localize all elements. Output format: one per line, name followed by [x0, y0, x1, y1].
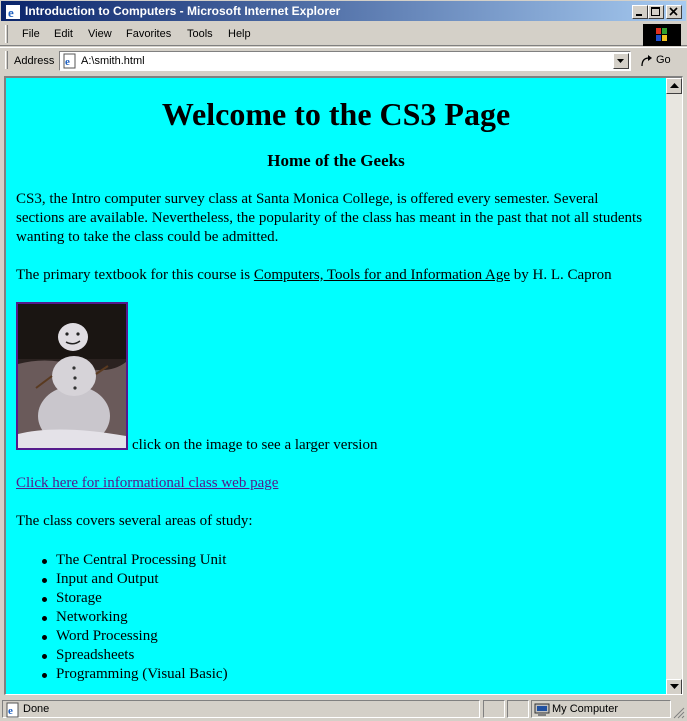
toolbar-grip[interactable] — [5, 25, 8, 43]
textbook-title: Computers, Tools for and Information Age — [253, 267, 511, 283]
menu-view[interactable]: View — [88, 28, 112, 40]
close-button[interactable] — [666, 5, 682, 19]
list-item: Word Processing — [42, 627, 228, 646]
image-caption: click on the image to see a larger versi… — [132, 437, 378, 453]
status-text: Done — [23, 703, 50, 715]
snowman-photo — [18, 304, 126, 448]
svg-text:e: e — [8, 705, 13, 717]
list-item: Storage — [42, 589, 228, 608]
status-main-pane: e Done — [2, 700, 480, 718]
windows-throbber-icon — [643, 24, 681, 46]
maximize-button[interactable] — [648, 5, 664, 19]
svg-text:e: e — [8, 5, 14, 20]
close-icon — [669, 7, 678, 16]
go-label: Go — [656, 54, 671, 66]
svg-text:e: e — [65, 56, 70, 68]
snowman-image-link[interactable] — [16, 302, 128, 450]
window-title: Introduction to Computers - Microsoft In… — [25, 4, 341, 18]
areas-intro: The class covers several areas of study: — [16, 513, 253, 529]
status-pane-empty — [483, 700, 505, 718]
arrow-up-icon — [670, 83, 679, 88]
go-arrow-icon — [641, 55, 652, 67]
address-dropdown-button[interactable] — [613, 53, 629, 69]
list-item: Spreadsheets — [42, 646, 228, 665]
title-bar[interactable]: e Introduction to Computers - Microsoft … — [0, 0, 687, 22]
scroll-down-button[interactable] — [666, 679, 682, 694]
page-content: Welcome to the CS3 Page Home of the Geek… — [6, 78, 666, 694]
zone-label: My Computer — [552, 703, 619, 715]
list-item: Input and Output — [42, 570, 228, 589]
vertical-scrollbar[interactable] — [666, 78, 682, 694]
resize-grip-icon[interactable] — [673, 707, 685, 719]
textbook-paragraph: The primary textbook for this course is … — [16, 266, 656, 285]
page-subtitle: Home of the Geeks — [267, 151, 405, 170]
class-web-page-link[interactable]: Click here for informational class web p… — [16, 475, 278, 492]
menu-help[interactable]: Help — [228, 28, 251, 40]
minimize-button[interactable] — [632, 5, 648, 19]
textbook-prefix: The primary textbook for this course is — [16, 267, 254, 283]
menu-tools[interactable]: Tools — [187, 28, 213, 40]
menu-bar: File Edit View Favorites Tools Help — [0, 22, 687, 46]
intro-paragraph: CS3, the Intro computer survey class at … — [16, 191, 643, 245]
list-item: The Central Processing Unit — [42, 552, 227, 568]
my-computer-icon — [534, 703, 550, 716]
minimize-icon — [636, 14, 642, 16]
topics-list: The Central Processing Unit Input and Ou… — [42, 551, 228, 684]
status-bar: e Done My Computer — [0, 697, 687, 721]
address-url[interactable]: A:\smith.html — [81, 55, 145, 67]
address-input[interactable]: e A:\smith.html — [59, 51, 631, 71]
menu-edit[interactable]: Edit — [54, 28, 73, 40]
arrow-down-icon — [670, 684, 679, 689]
page-done-icon: e — [6, 702, 19, 718]
page-icon: e — [63, 53, 76, 69]
status-zone-pane: My Computer — [531, 700, 671, 718]
address-label: Address — [14, 55, 55, 67]
textbook-suffix: by H. L. Capron — [510, 267, 612, 283]
list-item: Programming (Visual Basic) — [42, 666, 228, 682]
toolbar-grip[interactable] — [5, 51, 8, 69]
page-title: Welcome to the CS3 Page — [161, 96, 511, 132]
list-item: Networking — [42, 608, 228, 627]
menu-file[interactable]: File — [22, 28, 40, 40]
status-pane-empty — [507, 700, 529, 718]
scroll-up-button[interactable] — [666, 78, 682, 94]
address-bar: Address e A:\smith.html Go — [0, 47, 687, 73]
menu-favorites[interactable]: Favorites — [126, 28, 171, 40]
maximize-icon — [651, 7, 660, 16]
chevron-down-icon — [617, 59, 624, 63]
internet-explorer-icon: e — [6, 5, 20, 20]
browser-viewport: Welcome to the CS3 Page Home of the Geek… — [4, 76, 683, 695]
